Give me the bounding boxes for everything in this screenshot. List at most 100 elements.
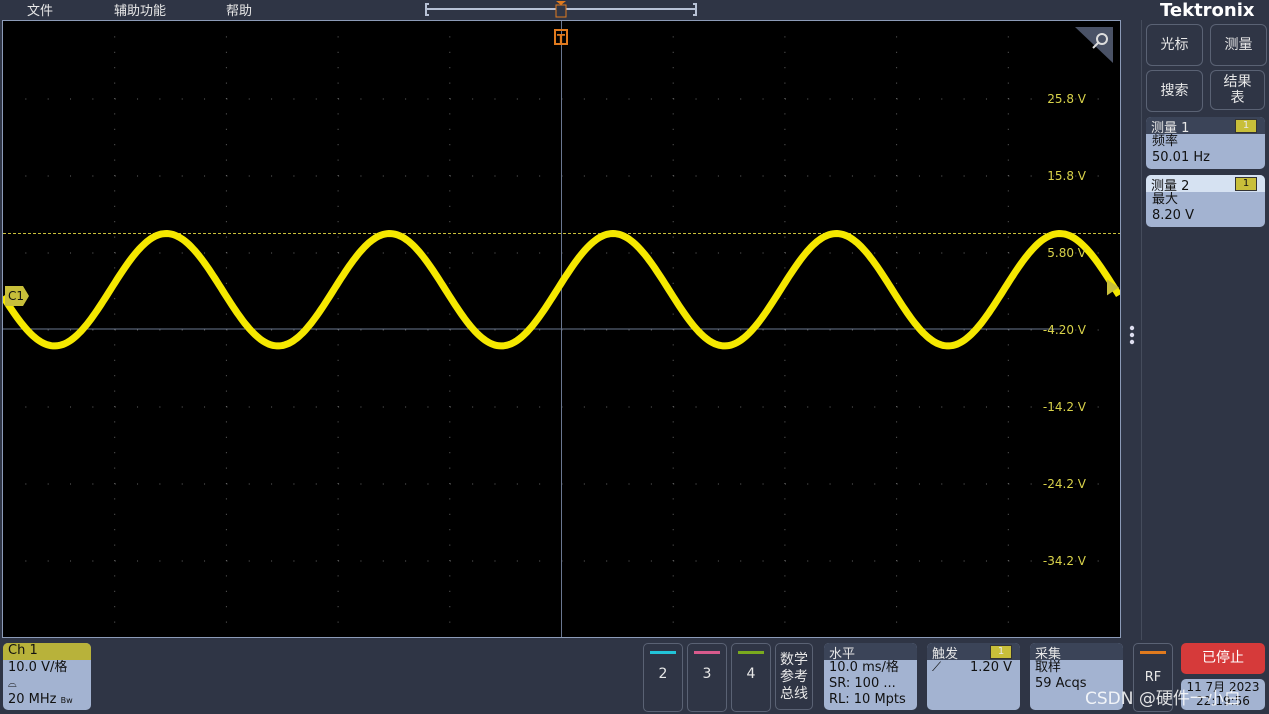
- grid-dot: [449, 544, 451, 546]
- grid-dot: [807, 406, 809, 408]
- grid-dot: [337, 390, 339, 392]
- grid-dot: [784, 375, 786, 377]
- grid-dot: [225, 344, 227, 346]
- search-button[interactable]: 搜索: [1146, 70, 1203, 112]
- grid-dot: [784, 298, 786, 300]
- grid-dot: [114, 313, 116, 315]
- grid-dot: [1030, 329, 1032, 331]
- grid-dot: [941, 329, 943, 331]
- grid-dot: [225, 205, 227, 207]
- channel-1-badge[interactable]: Ch 1 10.0 V/格 ⌓ 20 MHz Bw: [3, 643, 91, 710]
- grid-dot: [315, 329, 317, 331]
- grid-dot: [1030, 560, 1032, 562]
- record-view-bar[interactable]: [420, 0, 710, 20]
- grid-dot: [784, 529, 786, 531]
- grid-dot: [695, 98, 697, 100]
- trigger-marker[interactable]: T: [554, 29, 568, 46]
- zoom-icon[interactable]: [1075, 27, 1115, 65]
- grid-dot: [472, 98, 474, 100]
- grid-dot: [918, 175, 920, 177]
- grid-dot: [114, 529, 116, 531]
- grid-dot: [985, 252, 987, 254]
- channel-label: 4: [746, 666, 756, 682]
- grid-dot: [516, 483, 518, 485]
- grid-dot: [784, 513, 786, 515]
- grid-dot: [472, 252, 474, 254]
- grid-dot: [941, 175, 943, 177]
- grid-dot: [427, 406, 429, 408]
- cursor-button[interactable]: 光标: [1146, 24, 1203, 66]
- grid-dot: [204, 329, 206, 331]
- grid-dot: [427, 98, 429, 100]
- grid-dot: [315, 175, 317, 177]
- trigger-title: 触发: [932, 647, 959, 662]
- grid-dot: [896, 344, 898, 346]
- grid-dot: [225, 113, 227, 115]
- grid-dot: [114, 267, 116, 269]
- grid-dot: [672, 590, 674, 592]
- grid-dot: [717, 252, 719, 254]
- grid-dot: [941, 98, 943, 100]
- grid-dot: [114, 159, 116, 161]
- grid-dot: [70, 560, 72, 562]
- grid-dot: [896, 452, 898, 454]
- grid-dot: [47, 483, 49, 485]
- grid-dot: [114, 606, 116, 608]
- trigger-badge[interactable]: 触发 1 ⟋ 1.20 V: [927, 643, 1020, 710]
- channel-4-button[interactable]: 4: [731, 643, 771, 712]
- channel-2-button[interactable]: 2: [643, 643, 683, 712]
- grid-dot: [25, 406, 27, 408]
- grid-dot: [1007, 575, 1009, 577]
- grid-dot: [449, 359, 451, 361]
- grid-dot: [382, 406, 384, 408]
- grid-dot: [114, 621, 116, 623]
- grid-dot: [1008, 406, 1010, 408]
- measure-button[interactable]: 测量: [1210, 24, 1267, 66]
- grid-dot: [338, 560, 340, 562]
- measurement-1[interactable]: 测量 1 1 频率 50.01 Hz: [1146, 117, 1265, 169]
- waveform-display[interactable]: T C1 25.8 V 15.8 V 5.80 V -4.20 V -14.2 V -24…: [2, 20, 1121, 638]
- menu-file[interactable]: 文件: [27, 0, 53, 19]
- grid-dot: [1007, 344, 1009, 346]
- grid-dot: [337, 529, 339, 531]
- menu-help[interactable]: 帮助: [226, 0, 252, 19]
- grid-dot: [672, 513, 674, 515]
- grid-dot: [337, 67, 339, 69]
- grid-dot: [114, 483, 116, 485]
- results-table-button[interactable]: 结果表: [1210, 70, 1265, 110]
- grid-dot: [896, 128, 898, 130]
- grid-dot: [248, 252, 250, 254]
- grid-dot: [114, 359, 116, 361]
- grid-dot: [672, 421, 674, 423]
- grid-dot: [896, 282, 898, 284]
- grid-dot: [92, 560, 94, 562]
- more-options-icon[interactable]: [1127, 324, 1137, 346]
- horizontal-badge[interactable]: 水平 10.0 ms/格 SR: 100 ... RL: 10 Mpts: [824, 643, 917, 710]
- grid-dot: [1008, 252, 1010, 254]
- measurement-2[interactable]: 测量 2 1 最大 8.20 V: [1146, 175, 1265, 227]
- grid-dot: [315, 560, 317, 562]
- run-stop-status[interactable]: 已停止: [1181, 643, 1265, 674]
- grid-dot: [896, 221, 898, 223]
- grid-dot: [382, 252, 384, 254]
- sample-rate: SR: 100 ...: [829, 676, 896, 691]
- grid-dot: [896, 483, 898, 485]
- grid-dot: [672, 375, 674, 377]
- grid-dot: [1007, 529, 1009, 531]
- grid-dot: [874, 406, 876, 408]
- measurement-title: 测量 1: [1151, 121, 1190, 136]
- grid-dot: [851, 406, 853, 408]
- grid-dot: [337, 205, 339, 207]
- grid-dot: [896, 498, 898, 500]
- menu-utility[interactable]: 辅助功能: [114, 0, 166, 19]
- grid-dot: [92, 406, 94, 408]
- grid-dot: [114, 252, 116, 254]
- grid-dot: [405, 560, 407, 562]
- y-axis-label: 5.80 V: [1047, 246, 1086, 260]
- side-panel: [1141, 20, 1269, 640]
- math-ref-bus-button[interactable]: 数学 参考 总线: [775, 643, 813, 710]
- record-length: RL: 10 Mpts: [829, 692, 906, 707]
- channel-3-button[interactable]: 3: [687, 643, 727, 712]
- grid-dot: [337, 159, 339, 161]
- grid-dot: [516, 329, 518, 331]
